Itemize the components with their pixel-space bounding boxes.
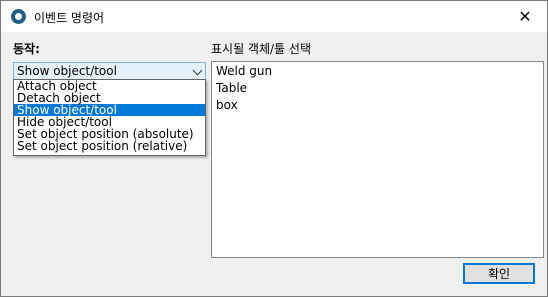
chevron-down-icon[interactable] xyxy=(192,65,203,76)
close-button[interactable]: ✕ xyxy=(503,1,547,32)
dropdown-option-set-position-relative[interactable]: Set object position (relative) xyxy=(14,140,205,152)
action-dropdown-list: Attach object Detach object Show object/… xyxy=(13,79,206,156)
title-bar: 이벤트 명령어 ✕ xyxy=(1,1,547,32)
targets-listbox[interactable]: Weld gun Table box xyxy=(211,61,544,258)
app-icon xyxy=(11,9,26,24)
action-combobox-value: Show object/tool xyxy=(17,64,117,78)
window-title: 이벤트 명령어 xyxy=(34,11,105,25)
targets-label: 표시될 객체/툴 선택 xyxy=(211,42,311,56)
list-item[interactable]: box xyxy=(212,97,543,113)
ok-button[interactable]: 확인 xyxy=(463,263,535,284)
list-item[interactable]: Weld gun xyxy=(212,63,543,79)
event-command-dialog: 이벤트 명령어 ✕ 동작: 표시될 객체/툴 선택 Show object/to… xyxy=(0,0,548,297)
action-label: 동작: xyxy=(13,42,40,56)
list-item[interactable]: Table xyxy=(212,80,543,96)
